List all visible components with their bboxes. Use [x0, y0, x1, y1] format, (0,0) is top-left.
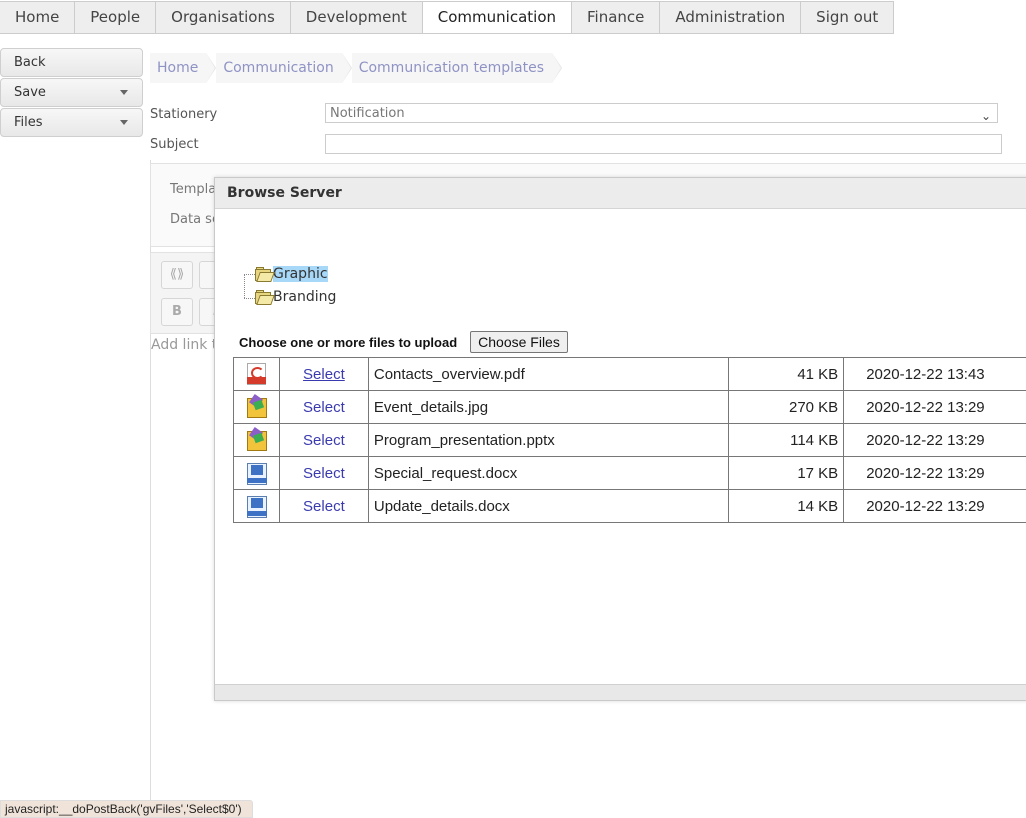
word-doc-icon: [245, 462, 267, 484]
file-size: 17 KB: [729, 457, 844, 490]
dialog-footer: [215, 684, 1026, 700]
tree-folder-label: Graphic: [273, 266, 328, 282]
pdf-icon: [245, 363, 267, 385]
bold-button[interactable]: B: [161, 298, 193, 326]
sidebar: Back Save Files: [0, 48, 143, 138]
tree-connector: [244, 274, 245, 298]
file-date: 2020-12-22 13:29: [844, 424, 1026, 457]
tree-connector: [244, 274, 255, 275]
file-size: 270 KB: [729, 391, 844, 424]
save-button-label: Save: [14, 85, 46, 100]
subject-input[interactable]: [325, 134, 1002, 154]
select-link[interactable]: Select: [303, 399, 345, 416]
files-table: Select Contacts_overview.pdf 41 KB 2020-…: [233, 357, 1026, 523]
tree-folder-label: Branding: [273, 289, 336, 305]
file-date: 2020-12-22 13:29: [844, 391, 1026, 424]
stationery-label: Stationery: [150, 107, 217, 122]
table-row: Select Event_details.jpg 270 KB 2020-12-…: [234, 391, 1026, 424]
nav-sign-out[interactable]: Sign out: [801, 2, 893, 33]
select-link[interactable]: Select: [303, 498, 345, 515]
file-name: Contacts_overview.pdf: [368, 358, 728, 391]
nav-finance[interactable]: Finance: [572, 2, 660, 33]
table-row: Select Contacts_overview.pdf 41 KB 2020-…: [234, 358, 1026, 391]
tree-folder-graphic[interactable]: Graphic: [255, 266, 328, 282]
top-nav: Home People Organisations Development Co…: [0, 1, 894, 34]
files-button-label: Files: [14, 115, 43, 130]
select-link[interactable]: Select: [303, 366, 345, 383]
stationery-value: Notification: [330, 106, 405, 121]
select-link[interactable]: Select: [303, 465, 345, 482]
upload-row: Choose one or more files to upload Choos…: [239, 331, 568, 353]
template-label: Templa: [170, 182, 216, 197]
file-size: 41 KB: [729, 358, 844, 391]
file-date: 2020-12-22 13:29: [844, 457, 1026, 490]
nav-development[interactable]: Development: [291, 2, 423, 33]
chevron-down-icon: [120, 120, 128, 125]
image-icon: [245, 396, 267, 418]
dialog-title: Browse Server: [215, 178, 1026, 209]
breadcrumb-communication-templates[interactable]: Communication templates: [352, 53, 552, 83]
breadcrumb-communication[interactable]: Communication: [216, 53, 341, 83]
data-source-label: Data sc: [170, 212, 219, 227]
word-doc-icon: [245, 495, 267, 517]
nav-administration[interactable]: Administration: [660, 2, 801, 33]
table-row: Select Program_presentation.pptx 114 KB …: [234, 424, 1026, 457]
file-name: Special_request.docx: [368, 457, 728, 490]
nav-home[interactable]: Home: [0, 2, 75, 33]
image-icon: [245, 429, 267, 451]
source-button[interactable]: ⟪⟫: [161, 261, 193, 289]
stationery-select[interactable]: Notification ⌄: [325, 103, 998, 123]
file-size: 14 KB: [729, 490, 844, 523]
back-button-label: Back: [14, 55, 46, 70]
file-name: Update_details.docx: [368, 490, 728, 523]
table-row: Select Update_details.docx 14 KB 2020-12…: [234, 490, 1026, 523]
upload-label: Choose one or more files to upload: [239, 335, 457, 350]
chevron-down-icon: [120, 90, 128, 95]
breadcrumb-home[interactable]: Home: [150, 53, 206, 83]
nav-organisations[interactable]: Organisations: [156, 2, 291, 33]
folder-open-icon: [255, 291, 272, 303]
subject-label: Subject: [150, 137, 199, 152]
folder-open-icon: [255, 268, 272, 280]
files-button[interactable]: Files: [0, 108, 143, 137]
chevron-down-icon: ⌄: [981, 106, 991, 126]
choose-files-button[interactable]: Choose Files: [470, 331, 568, 353]
tree-connector: [244, 298, 255, 299]
select-link[interactable]: Select: [303, 432, 345, 449]
file-name: Event_details.jpg: [368, 391, 728, 424]
file-date: 2020-12-22 13:29: [844, 490, 1026, 523]
file-size: 114 KB: [729, 424, 844, 457]
browse-server-dialog: Browse Server Graphic Branding Choose on…: [214, 177, 1026, 701]
back-button[interactable]: Back: [0, 48, 143, 77]
nav-communication[interactable]: Communication: [423, 2, 572, 33]
tree-folder-branding[interactable]: Branding: [255, 289, 336, 305]
nav-people[interactable]: People: [75, 2, 156, 33]
file-name: Program_presentation.pptx: [368, 424, 728, 457]
add-link-text: Add link t: [151, 337, 217, 353]
save-button[interactable]: Save: [0, 78, 143, 107]
status-bar: javascript:__doPostBack('gvFiles','Selec…: [0, 800, 253, 818]
breadcrumb: Home Communication Communication templat…: [150, 53, 562, 83]
file-date: 2020-12-22 13:43: [844, 358, 1026, 391]
table-row: Select Special_request.docx 17 KB 2020-1…: [234, 457, 1026, 490]
